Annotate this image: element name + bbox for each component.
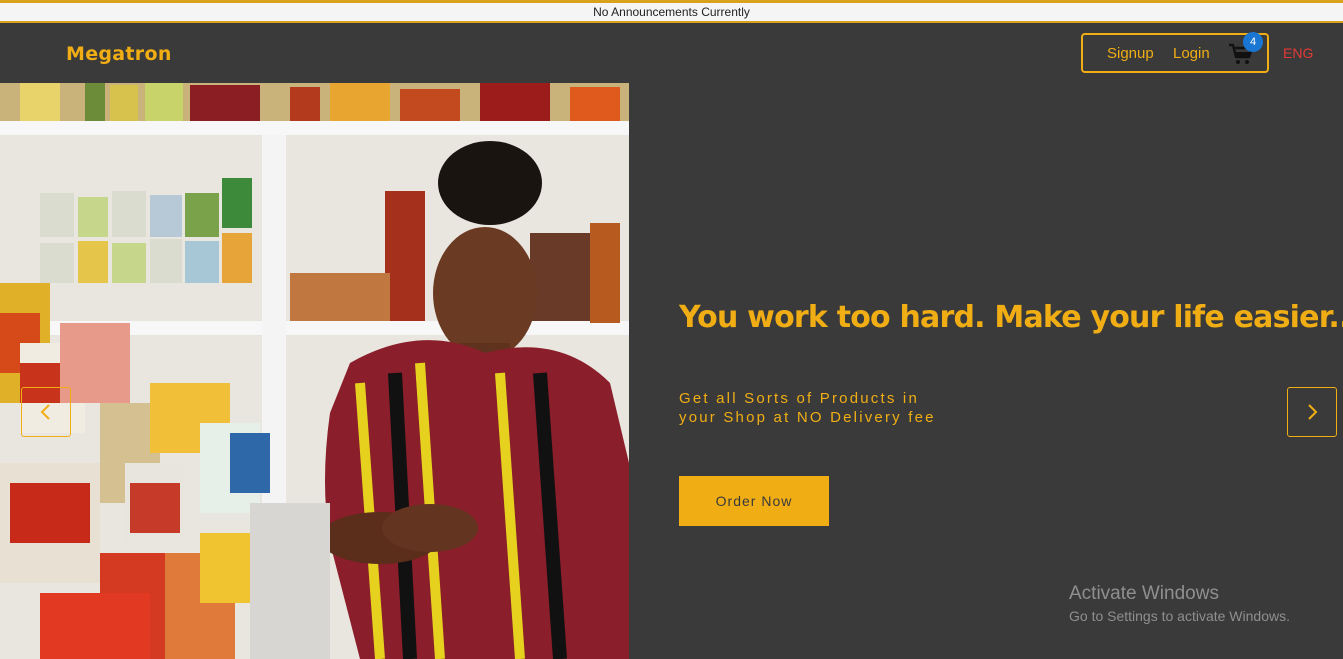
hero-subtext: Get all Sorts of Products in your Shop a… [679,389,936,427]
logo[interactable]: Megatron [66,43,172,65]
chevron-right-icon [1308,404,1318,420]
cart-count-badge: 4 [1243,32,1263,52]
auth-cart-box: Signup Login 4 [1081,32,1269,73]
navbar: Megatron Signup Login 4 ENG [0,23,1343,83]
store-owner-photo [0,83,629,659]
windows-activation-watermark: Activate Windows Go to Settings to activ… [1069,583,1290,624]
signup-link[interactable]: Signup [1107,45,1154,62]
carousel-next-button[interactable] [1287,387,1337,437]
watermark-subtitle: Go to Settings to activate Windows. [1069,608,1290,624]
language-selector[interactable]: ENG [1283,45,1313,61]
watermark-title: Activate Windows [1069,583,1219,604]
hero-subtext-line1: Get all Sorts of Products in [679,390,920,407]
carousel-prev-button[interactable] [21,387,71,437]
order-now-button[interactable]: Order Now [679,476,829,526]
hero-panel [629,83,1343,659]
announcement-bar: No Announcements Currently [0,0,1343,23]
hero-subtext-line2: your Shop at NO Delivery fee [679,409,936,426]
chevron-left-icon [40,404,50,420]
login-link[interactable]: Login [1173,45,1210,62]
hero-headline: You work too hard. Make your life easier… [679,300,1343,335]
hero-image [0,83,629,659]
